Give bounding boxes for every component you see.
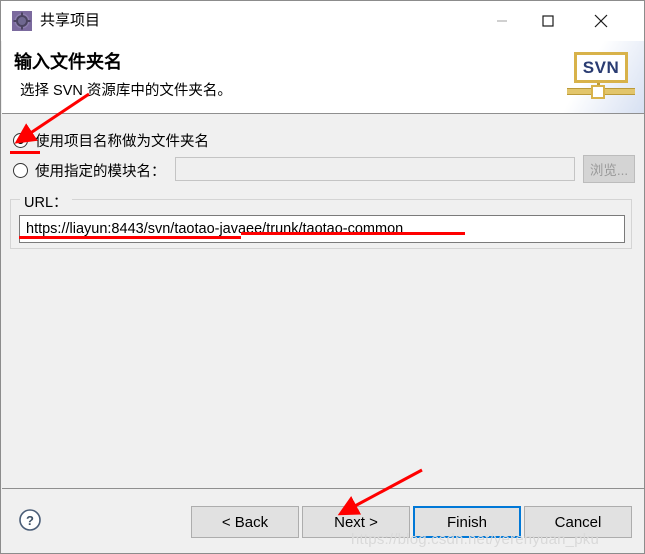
radio-option-use-specified-module[interactable]: 使用指定的模块名： — [13, 160, 166, 181]
radio-label-use-project-name: 使用项目名称做为文件夹名 — [35, 134, 209, 150]
back-button[interactable]: < Back — [191, 506, 299, 538]
close-button[interactable] — [573, 1, 628, 40]
share-project-icon — [12, 11, 32, 31]
radio-option-use-project-name[interactable]: 使用项目名称做为文件夹名 — [13, 130, 209, 151]
dialog-body: 使用项目名称做为文件夹名 使用指定的模块名： 浏览... URL： https:… — [2, 115, 644, 488]
browse-button[interactable]: 浏览... — [583, 155, 635, 183]
url-input[interactable]: https://liayun:8443/svn/taotao-javaee/tr… — [19, 215, 625, 243]
maximize-icon — [542, 14, 554, 27]
svn-logo-node — [591, 85, 605, 99]
svg-text:?: ? — [26, 513, 34, 528]
maximize-button[interactable] — [525, 1, 571, 40]
close-icon — [594, 14, 607, 27]
page-title: 输入文件夹名 — [14, 52, 122, 72]
share-project-dialog: 共享项目 输入文件夹名 选择 SVN 资源库中的文件夹名。 SVN 使用项目名称… — [0, 0, 645, 554]
module-name-input[interactable] — [175, 157, 575, 181]
window-title: 共享项目 — [40, 12, 101, 29]
help-icon[interactable]: ? — [18, 508, 42, 532]
minimize-button[interactable] — [479, 1, 525, 40]
radio-button-use-project-name[interactable] — [13, 133, 28, 148]
radio-button-use-specified-module[interactable] — [13, 163, 28, 178]
svn-logo: SVN — [559, 41, 644, 113]
url-group-legend: URL： — [20, 191, 72, 212]
page-description: 选择 SVN 资源库中的文件夹名。 — [20, 83, 232, 99]
svn-logo-text: SVN — [574, 52, 628, 83]
watermark-text: https://blog.csdn.net/yerenyuan_pku — [351, 531, 599, 548]
minimize-icon — [497, 19, 507, 22]
wizard-header: 输入文件夹名 选择 SVN 资源库中的文件夹名。 SVN — [2, 41, 644, 114]
radio-label-use-specified-module: 使用指定的模块名： — [35, 164, 166, 180]
title-bar: 共享项目 — [1, 1, 644, 41]
